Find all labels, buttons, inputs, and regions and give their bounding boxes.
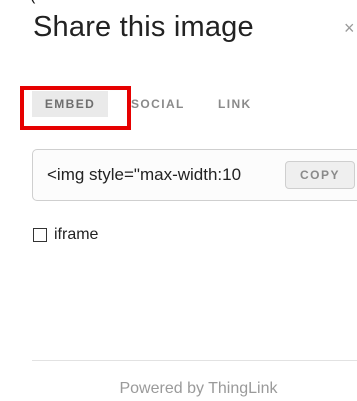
- share-dialog: ( Share this image × EMBED SOCIAL LINK <…: [0, 0, 357, 401]
- top-fragment-text: (: [30, 0, 35, 4]
- iframe-checkbox[interactable]: [33, 228, 47, 242]
- embed-tab-highlight: [20, 86, 131, 130]
- close-icon[interactable]: ×: [344, 16, 355, 40]
- tab-social[interactable]: SOCIAL: [131, 91, 185, 117]
- iframe-option[interactable]: iframe: [33, 225, 98, 245]
- embed-code-field[interactable]: <img style="max-width:10 COPY: [32, 149, 357, 201]
- tab-link[interactable]: LINK: [218, 91, 252, 117]
- powered-by-link[interactable]: Powered by ThingLink: [0, 378, 357, 400]
- dialog-title: Share this image: [33, 11, 254, 43]
- iframe-label[interactable]: iframe: [54, 225, 98, 245]
- footer-divider: [32, 360, 357, 361]
- embed-code-text[interactable]: <img style="max-width:10: [47, 150, 241, 200]
- top-text-fragment: (: [30, 0, 160, 4]
- copy-button[interactable]: COPY: [285, 161, 355, 189]
